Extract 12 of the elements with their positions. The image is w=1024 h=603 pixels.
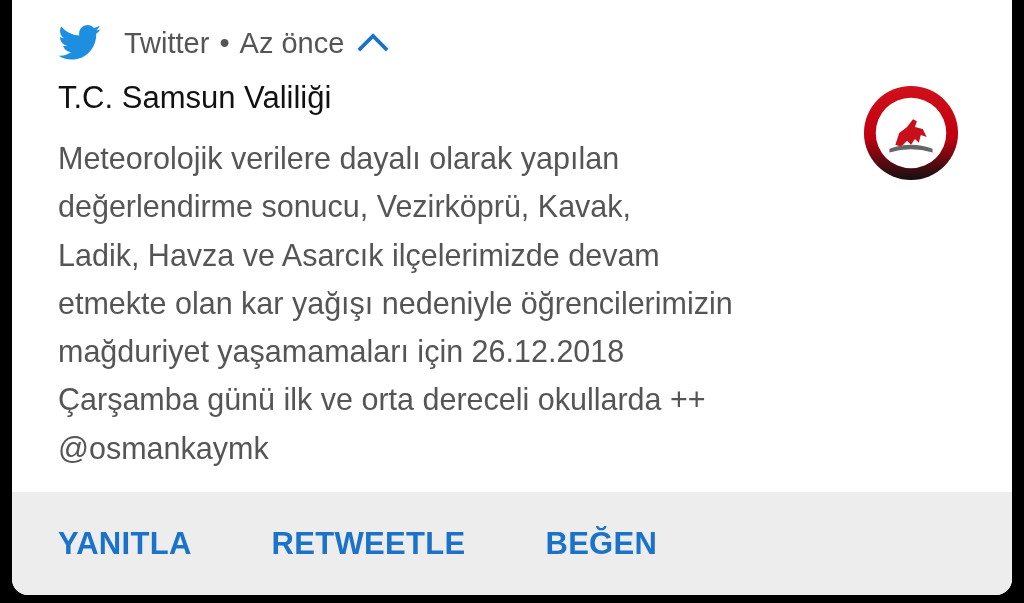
action-button[interactable]: YANITLA — [42, 515, 208, 572]
separator-dot: • — [219, 26, 230, 60]
collapse-icon[interactable] — [356, 33, 391, 53]
tweet-text: Meteorolojik verilere dayalı olarak yapılan değerlendirme sonucu, Vezirköprü, Kavak, Ladik, Havza ve Asarcık ilçelerimizde devam etmekte olan kar yağışı nedeniyle öğrencilerimizin mağduriyet yaşamamaları için 26.12.2018 Çarşamba günü ilk ve orta dereceli okullarda ++ @osmankaymk — [58, 140, 734, 468]
action-button[interactable]: RETWEETLE — [255, 515, 482, 572]
timestamp: Az önce — [239, 26, 345, 60]
bird-icon — [58, 25, 102, 61]
notification-card[interactable] — [12, 0, 1012, 595]
logo-icon — [862, 84, 960, 182]
notification-title: T.C. Samsun Valiliği — [58, 80, 333, 117]
app-name: Twitter — [124, 26, 210, 60]
action-button[interactable]: BEĞEN — [529, 515, 674, 572]
